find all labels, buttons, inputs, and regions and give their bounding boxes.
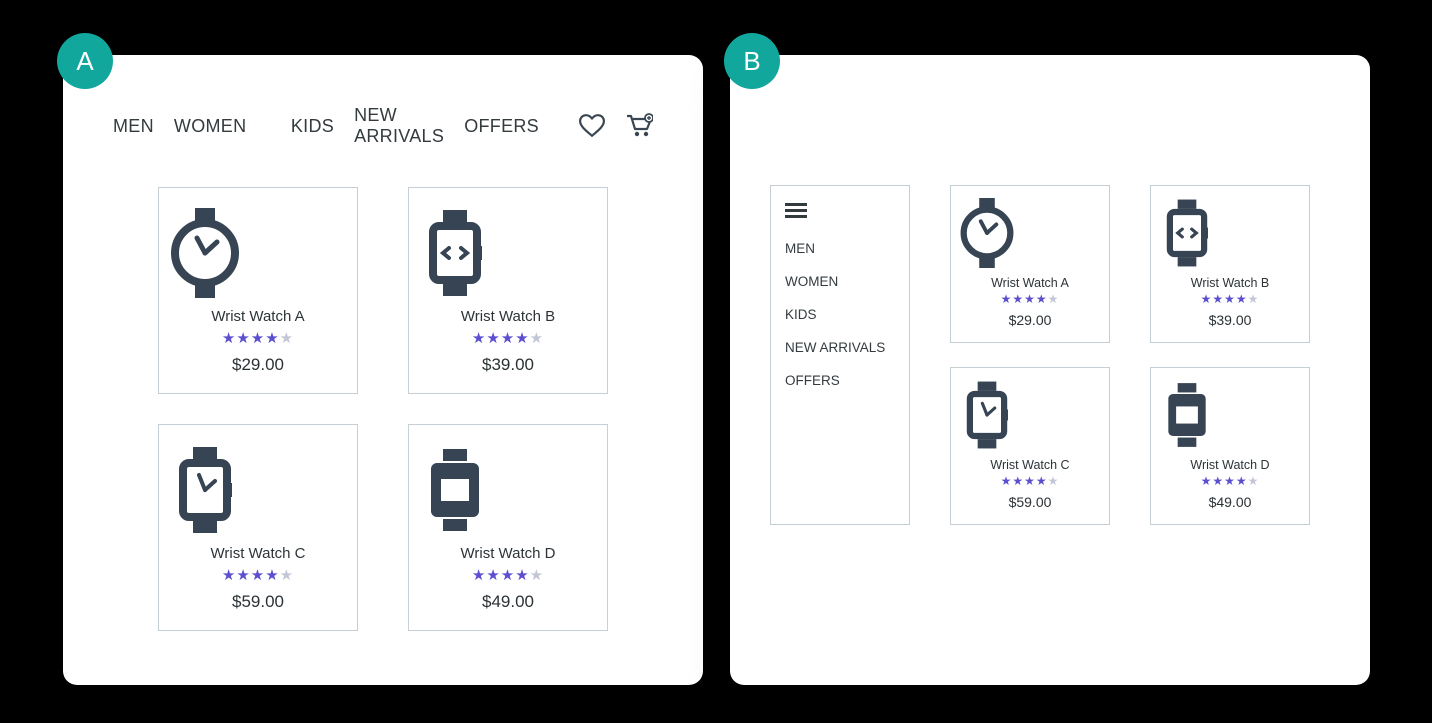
product-price: $59.00 bbox=[169, 592, 347, 612]
product-card[interactable]: Wrist Watch B ★★★★★ $39.00 bbox=[408, 187, 608, 394]
product-name: Wrist Watch C bbox=[169, 545, 347, 562]
nav-item-women[interactable]: WOMEN bbox=[174, 116, 247, 137]
nav-item-men[interactable]: MEN bbox=[785, 232, 895, 265]
watch-round-icon bbox=[959, 198, 1101, 268]
side-nav: MEN WOMEN KIDS NEW ARRIVALS OFFERS bbox=[770, 185, 910, 525]
layout-variant-a: A MEN WOMEN KIDS NEW ARRIVALS OFFERS bbox=[63, 55, 703, 685]
variant-badge-b: B bbox=[724, 33, 780, 89]
product-grid: Wrist Watch A ★★★★★ $29.00 Wrist Watch B… bbox=[63, 147, 703, 631]
nav-item-kids[interactable]: KIDS bbox=[291, 116, 334, 137]
product-name: Wrist Watch C bbox=[959, 458, 1101, 472]
product-card[interactable]: Wrist Watch B ★★★★★ $39.00 bbox=[1150, 185, 1310, 343]
nav-item-new-arrivals[interactable]: NEW ARRIVALS bbox=[354, 105, 444, 147]
nav-item-offers[interactable]: OFFERS bbox=[464, 116, 539, 137]
watch-square-icon bbox=[169, 445, 347, 535]
rating-stars: ★★★★★ bbox=[169, 329, 347, 347]
product-card[interactable]: Wrist Watch D ★★★★★ $49.00 bbox=[408, 424, 608, 631]
watch-code-icon bbox=[419, 208, 597, 298]
product-card[interactable]: Wrist Watch D ★★★★★ $49.00 bbox=[1150, 367, 1310, 525]
watch-round-icon bbox=[169, 208, 347, 298]
nav-item-offers[interactable]: OFFERS bbox=[785, 364, 895, 397]
rating-stars: ★★★★★ bbox=[959, 292, 1101, 306]
product-price: $39.00 bbox=[1159, 312, 1301, 328]
hamburger-icon[interactable] bbox=[785, 203, 895, 218]
watch-square-icon bbox=[959, 380, 1101, 450]
product-card[interactable]: Wrist Watch A ★★★★★ $29.00 bbox=[950, 185, 1110, 343]
product-price: $29.00 bbox=[169, 355, 347, 375]
watch-solid-icon bbox=[1159, 380, 1301, 450]
nav-item-new-arrivals[interactable]: NEW ARRIVALS bbox=[785, 331, 895, 364]
product-name: Wrist Watch D bbox=[1159, 458, 1301, 472]
rating-stars: ★★★★★ bbox=[1159, 474, 1301, 488]
product-price: $39.00 bbox=[419, 355, 597, 375]
rating-stars: ★★★★★ bbox=[419, 329, 597, 347]
rating-stars: ★★★★★ bbox=[1159, 292, 1301, 306]
product-name: Wrist Watch B bbox=[419, 308, 597, 325]
product-name: Wrist Watch B bbox=[1159, 276, 1301, 290]
rating-stars: ★★★★★ bbox=[169, 566, 347, 584]
product-card[interactable]: Wrist Watch C ★★★★★ $59.00 bbox=[158, 424, 358, 631]
variant-badge-a: A bbox=[57, 33, 113, 89]
watch-code-icon bbox=[1159, 198, 1301, 268]
product-grid: Wrist Watch A ★★★★★ $29.00 Wrist Watc bbox=[950, 185, 1310, 525]
product-card[interactable]: Wrist Watch C ★★★★★ $59.00 bbox=[950, 367, 1110, 525]
product-name: Wrist Watch A bbox=[959, 276, 1101, 290]
wishlist-icon[interactable] bbox=[579, 114, 605, 138]
layout-variant-b: B MEN WOMEN KIDS NEW ARRIVALS OFFERS bbox=[730, 55, 1370, 685]
nav-item-kids[interactable]: KIDS bbox=[785, 298, 895, 331]
top-nav: MEN WOMEN KIDS NEW ARRIVALS OFFERS bbox=[63, 55, 703, 147]
product-price: $29.00 bbox=[959, 312, 1101, 328]
nav-item-men[interactable]: MEN bbox=[113, 116, 154, 137]
watch-solid-icon bbox=[419, 445, 597, 535]
product-price: $49.00 bbox=[419, 592, 597, 612]
rating-stars: ★★★★★ bbox=[959, 474, 1101, 488]
nav-item-women[interactable]: WOMEN bbox=[785, 265, 895, 298]
product-price: $59.00 bbox=[959, 494, 1101, 510]
cart-icon[interactable] bbox=[625, 113, 653, 139]
product-price: $49.00 bbox=[1159, 494, 1301, 510]
product-name: Wrist Watch A bbox=[169, 308, 347, 325]
product-card[interactable]: Wrist Watch A ★★★★★ $29.00 bbox=[158, 187, 358, 394]
rating-stars: ★★★★★ bbox=[419, 566, 597, 584]
product-name: Wrist Watch D bbox=[419, 545, 597, 562]
